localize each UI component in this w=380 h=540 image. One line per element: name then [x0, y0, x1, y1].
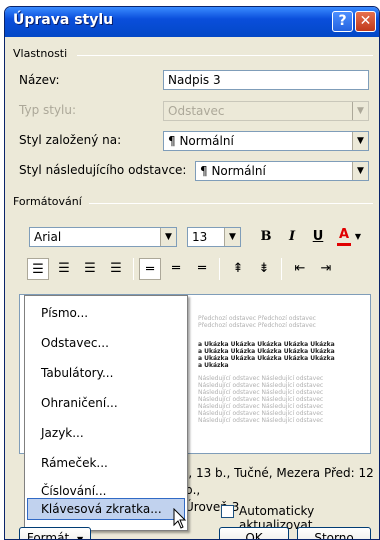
toolbar-separator [281, 258, 282, 280]
close-button[interactable]: ✕ [355, 11, 376, 32]
increase-indent-icon[interactable]: ⇥ [315, 258, 337, 280]
formatting-group-line [89, 203, 373, 204]
menu-item-numbering[interactable]: Číslování... [41, 484, 106, 498]
align-center-icon[interactable]: ☰ [53, 258, 75, 280]
chevron-down-icon[interactable]: ▼ [352, 132, 368, 150]
title-bar[interactable]: Úprava stylu ? ✕ [5, 7, 379, 37]
properties-group-label: Vlastnosti [13, 47, 68, 60]
ok-button[interactable]: OK [219, 527, 289, 539]
auto-update-checkbox[interactable] [221, 505, 234, 518]
italic-button[interactable]: I [281, 226, 303, 248]
formatting-group-label: Formátování [13, 195, 82, 208]
chevron-down-icon: ▼ [76, 535, 84, 540]
underline-button[interactable]: U [307, 226, 329, 248]
name-field[interactable]: Nadpis 3 [163, 70, 369, 90]
align-justify-icon[interactable]: ☰ [105, 258, 127, 280]
dialog-title: Úprava stylu [13, 12, 114, 28]
menu-item-font[interactable]: Písmo... [41, 306, 88, 320]
font-value: Arial [34, 230, 62, 244]
menu-item-language[interactable]: Jazyk... [41, 426, 84, 440]
style-type-select: Odstavec ▼ [163, 101, 369, 121]
cancel-button[interactable]: Storno [297, 527, 371, 539]
based-on-select[interactable]: ¶ Normální ▼ [163, 131, 369, 151]
chevron-down-icon[interactable]: ▼ [352, 162, 368, 180]
font-size-select[interactable]: 13 ▼ [187, 227, 241, 247]
align-left-icon[interactable]: ☰ [27, 258, 49, 280]
menu-item-shortcut-key[interactable]: Klávesová zkratka... [41, 502, 162, 516]
font-size-value: 13 [192, 230, 208, 244]
line-spacing-single-icon[interactable]: ═ [139, 258, 161, 280]
menu-item-borders[interactable]: Ohraničení... [41, 396, 118, 410]
toolbar-separator [219, 258, 220, 280]
properties-group-line [77, 55, 373, 56]
decrease-indent-icon[interactable]: ⇤ [289, 258, 311, 280]
mouse-cursor-icon [173, 508, 187, 529]
font-color-button[interactable]: A [335, 224, 353, 246]
next-style-label: Styl následujícího odstavce: [19, 163, 187, 177]
style-type-value: Odstavec [168, 104, 225, 118]
menu-item-tabs[interactable]: Tabulátory... [41, 366, 113, 380]
space-before-icon[interactable]: ⇞ [227, 258, 249, 280]
based-on-label: Styl založený na: [19, 133, 122, 147]
style-type-label: Typ stylu: [19, 103, 77, 117]
menu-item-frame[interactable]: Rámeček... [41, 456, 108, 470]
bold-button[interactable]: B [255, 226, 277, 248]
format-button-label: Formát [26, 531, 70, 540]
font-color-dropdown-icon[interactable]: ▼ [353, 226, 363, 248]
line-spacing-onehalf-icon[interactable]: ═ [165, 258, 187, 280]
font-color-letter: A [338, 227, 350, 242]
font-select[interactable]: Arial ▼ [29, 227, 177, 247]
format-menu: Písmo... Odstavec... Tabulátory... Ohran… [24, 295, 188, 531]
space-after-icon[interactable]: ⇟ [253, 258, 275, 280]
format-button[interactable]: Formát ▼ [19, 527, 91, 540]
next-style-value: ¶ Normální [200, 164, 266, 178]
chevron-down-icon: ▼ [352, 102, 368, 120]
menu-item-paragraph[interactable]: Odstavec... [41, 336, 109, 350]
chevron-down-icon[interactable]: ▼ [224, 228, 240, 246]
based-on-value: ¶ Normální [168, 134, 234, 148]
help-button[interactable]: ? [332, 11, 353, 32]
align-right-icon[interactable]: ☰ [79, 258, 101, 280]
toolbar-separator [133, 258, 134, 280]
line-spacing-double-icon[interactable]: ═ [191, 258, 213, 280]
preview-after-text: Následující odstavec Následující odstave… [198, 375, 324, 424]
style-dialog: Úprava stylu ? ✕ Vlastnosti Název: Nadpi… [4, 6, 380, 540]
chevron-down-icon[interactable]: ▼ [160, 228, 176, 246]
next-style-select[interactable]: ¶ Normální ▼ [195, 161, 369, 181]
font-color-bar [337, 243, 351, 246]
name-label: Název: [19, 73, 60, 87]
